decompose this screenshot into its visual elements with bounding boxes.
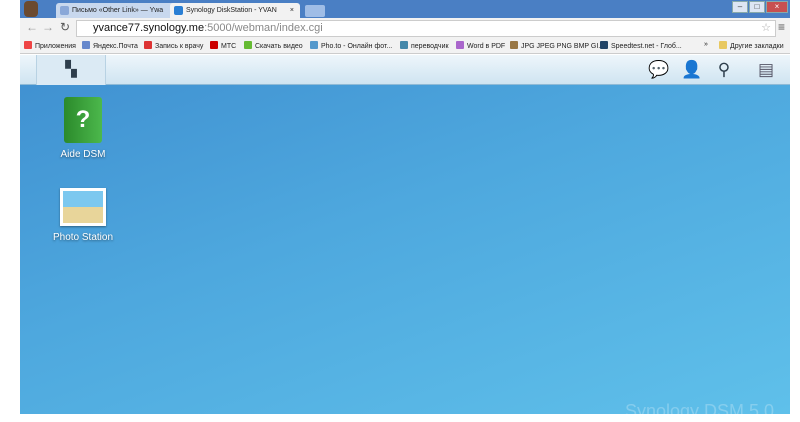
dsm-desktop: ▚ 💬 👤 ⚲ ▤ ? Aide DSM Photo Station Synol… [20, 55, 790, 421]
maximize-button[interactable]: □ [749, 1, 765, 13]
menu-icon[interactable]: ≡ [778, 20, 785, 34]
close-tab-icon[interactable]: × [290, 3, 294, 18]
mail-icon [60, 6, 69, 15]
desktop-icon-photo-station[interactable]: Photo Station [43, 188, 123, 243]
tab-mail[interactable]: Письмо «Other Link» — Ywa× [56, 3, 186, 18]
tab-synology[interactable]: Synology DiskStation - YVAN × [170, 3, 300, 18]
bookmark[interactable]: JPG JPEG PNG BMP GI... [510, 41, 604, 50]
tab-strip: Письмо «Other Link» — Ywa× Synology Disk… [20, 0, 790, 18]
chat-icon[interactable]: 💬 [648, 60, 669, 80]
browser-toolbar: ← → ↻ yvance77.synology.me:5000/webman/i… [20, 18, 790, 38]
widgets-icon[interactable]: ▤ [756, 60, 776, 80]
bookmarks-bar: Приложения Яндекс.Почта Запись к врачу М… [20, 38, 790, 54]
grid-icon: ▚ [65, 61, 77, 78]
new-tab-button[interactable] [305, 5, 325, 17]
back-icon[interactable]: ← [26, 20, 38, 34]
help-book-icon: ? [64, 97, 102, 143]
minimize-button[interactable]: – [732, 1, 748, 13]
search-icon[interactable]: ⚲ [714, 60, 734, 80]
bookmark[interactable]: Яндекс.Почта [82, 41, 138, 50]
bookmark[interactable]: Word в PDF [456, 41, 505, 50]
dsm-taskbar: ▚ 💬 👤 ⚲ ▤ [20, 55, 790, 85]
bookmark[interactable]: Скачать видео [244, 41, 303, 50]
photo-beach-icon [60, 188, 106, 226]
address-bar[interactable]: yvance77.synology.me:5000/webman/index.c… [76, 20, 776, 37]
close-window-button[interactable]: × [766, 1, 788, 13]
bookmark[interactable]: Приложения [24, 41, 76, 50]
dsm-favicon [174, 6, 183, 15]
profile-avatar[interactable] [24, 1, 38, 17]
main-menu-button[interactable]: ▚ [36, 55, 106, 85]
more-bookmarks[interactable]: » [704, 41, 708, 48]
user-icon[interactable]: 👤 [681, 60, 702, 80]
bookmark[interactable]: Speedtest.net - Глоб... [600, 41, 682, 50]
desktop-icon-aide-dsm[interactable]: ? Aide DSM [43, 97, 123, 160]
dsm-watermark: Synology DSM 5.0 [625, 401, 775, 421]
reload-icon[interactable]: ↻ [60, 20, 70, 34]
bookmark[interactable]: Запись к врачу [144, 41, 203, 50]
other-bookmarks[interactable]: Другие закладки [719, 41, 784, 50]
forward-icon[interactable]: → [42, 20, 54, 34]
bookmark[interactable]: Pho.to - Онлайн фот... [310, 41, 392, 50]
bookmark[interactable]: МТС [210, 41, 236, 50]
star-icon[interactable]: ☆ [761, 21, 771, 36]
bookmark[interactable]: переводчик [400, 41, 449, 50]
